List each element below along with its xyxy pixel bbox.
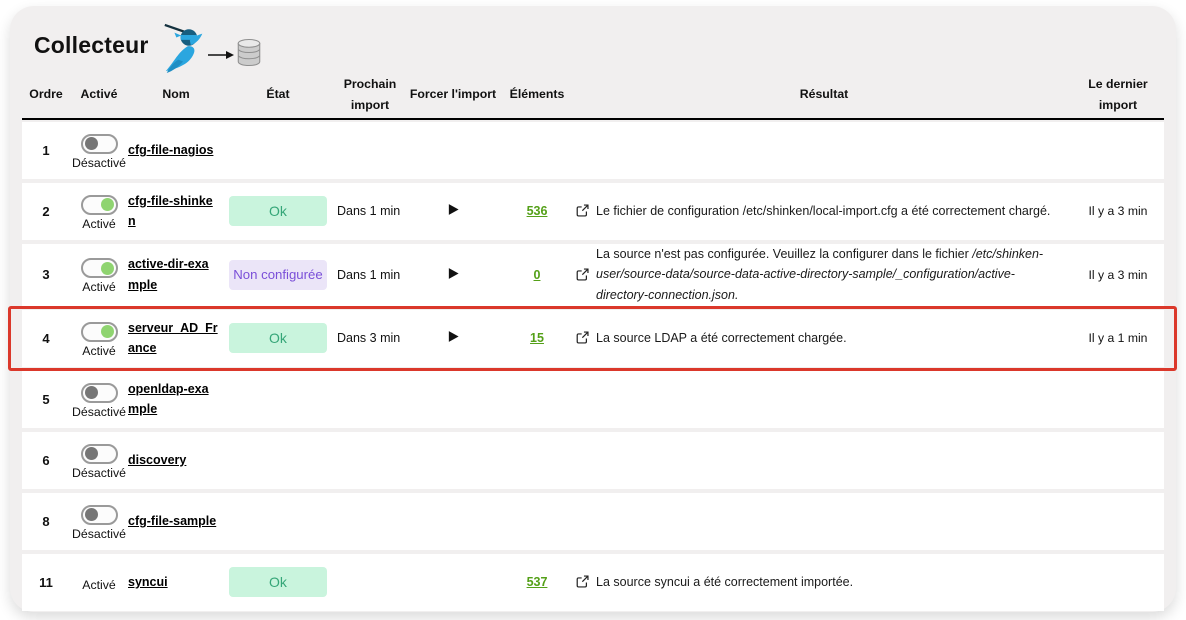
- collector-panel: Collecteur: [10, 6, 1176, 612]
- row-order: 6: [42, 453, 49, 468]
- elements-count-link[interactable]: 15: [530, 331, 544, 345]
- toggle-knob: [85, 137, 98, 150]
- database-icon: [236, 38, 262, 72]
- header-ordre: Ordre: [22, 84, 70, 105]
- elements-count-link[interactable]: 0: [534, 268, 541, 282]
- last-import-text: Il y a 3 min: [1089, 268, 1148, 282]
- state-badge: Ok: [229, 196, 327, 226]
- source-name-link[interactable]: cfg-file-nagios: [128, 140, 213, 161]
- header-prochain-import: Prochain import: [332, 74, 408, 116]
- active-toggle[interactable]: [81, 322, 118, 342]
- header-forcer-import: Forcer l'import: [408, 84, 498, 105]
- result-text: La source LDAP a été correctement chargé…: [596, 328, 847, 349]
- state-badge: Non configurée: [229, 260, 327, 290]
- header-active: Activé: [70, 84, 128, 105]
- source-name-link[interactable]: cfg-file-shinken: [128, 191, 218, 232]
- toggle-knob: [85, 508, 98, 521]
- force-import-button[interactable]: [443, 328, 464, 348]
- table-row: 5 Désactivéopenldap-example: [22, 371, 1164, 428]
- table-row: 2 Activé cfg-file-shinken Ok Dans 1 min 536 Le…: [22, 183, 1164, 240]
- header-etat: État: [224, 84, 332, 105]
- source-name-link[interactable]: syncui: [128, 572, 168, 593]
- source-name-link[interactable]: openldap-example: [128, 379, 218, 420]
- toggle-knob: [85, 447, 98, 460]
- active-label: Activé: [82, 280, 116, 294]
- active-label: Désactivé: [72, 527, 126, 541]
- active-toggle[interactable]: [81, 195, 118, 215]
- active-toggle[interactable]: [81, 383, 118, 403]
- external-link-icon[interactable]: [576, 268, 589, 281]
- next-import-text: Dans 1 min: [337, 268, 400, 282]
- last-import-text: Il y a 3 min: [1089, 204, 1148, 218]
- table-row: 1 Désactivécfg-file-nagios: [22, 122, 1164, 179]
- source-name-link[interactable]: discovery: [128, 450, 186, 471]
- page-title: Collecteur: [34, 32, 148, 59]
- active-label: Désactivé: [72, 405, 126, 419]
- force-import-button[interactable]: [443, 201, 464, 221]
- result-text: La source syncui a été correctement impo…: [596, 572, 853, 593]
- external-link-icon[interactable]: [576, 331, 589, 344]
- source-name-link[interactable]: cfg-file-sample: [128, 511, 216, 532]
- row-order: 4: [42, 331, 49, 346]
- external-link-icon[interactable]: [576, 575, 589, 588]
- active-label: Activé: [82, 344, 116, 358]
- force-import-button[interactable]: [443, 265, 464, 285]
- table-row: 4 Activé serveur_AD_France Ok Dans 3 min 15 La…: [22, 310, 1164, 367]
- next-import-text: Dans 1 min: [337, 204, 400, 218]
- header-dernier-import: Le dernier import: [1072, 74, 1164, 116]
- toggle-knob: [101, 325, 114, 338]
- table-row: 11 Activé syncui Ok 537 La source syncui a ét…: [22, 554, 1164, 611]
- play-icon: [447, 330, 460, 346]
- source-name-link[interactable]: serveur_AD_France: [128, 318, 218, 359]
- arrow-icon: [208, 47, 234, 65]
- table-row: 8 Désactivécfg-file-sample: [22, 493, 1164, 550]
- source-name-link[interactable]: active-dir-example: [128, 254, 218, 295]
- toggle-knob: [101, 262, 114, 275]
- play-icon: [447, 203, 460, 219]
- active-label: Activé: [82, 578, 116, 592]
- table-row: 6 Désactivédiscovery: [22, 432, 1164, 489]
- active-toggle[interactable]: [81, 505, 118, 525]
- last-import-text: Il y a 1 min: [1089, 331, 1148, 345]
- header-nom: Nom: [128, 84, 224, 105]
- row-order: 8: [42, 514, 49, 529]
- elements-count-link[interactable]: 537: [527, 575, 548, 589]
- external-link-icon[interactable]: [576, 204, 589, 217]
- row-order: 2: [42, 204, 49, 219]
- shinken-ninja-icon: [160, 22, 210, 81]
- state-badge: Ok: [229, 567, 327, 597]
- header-elements: Éléments: [498, 84, 576, 105]
- active-label: Désactivé: [72, 156, 126, 170]
- row-order: 1: [42, 143, 49, 158]
- toggle-knob: [85, 386, 98, 399]
- row-order: 5: [42, 392, 49, 407]
- table-body: 1Désactivécfg-file-nagios2Activécfg-file…: [22, 122, 1164, 611]
- row-order: 3: [42, 267, 49, 282]
- state-badge: Ok: [229, 323, 327, 353]
- active-toggle[interactable]: [81, 444, 118, 464]
- page-header: Collecteur: [22, 18, 1164, 74]
- active-toggle[interactable]: [81, 258, 118, 278]
- active-toggle[interactable]: [81, 134, 118, 154]
- table-row: 3 Activé active-dir-example Non configurée D…: [22, 244, 1164, 306]
- result-text: Le fichier de configuration /etc/shinken…: [596, 201, 1050, 222]
- row-order: 11: [39, 575, 53, 590]
- next-import-text: Dans 3 min: [337, 331, 400, 345]
- play-icon: [447, 267, 460, 283]
- elements-count-link[interactable]: 536: [527, 204, 548, 218]
- active-label: Activé: [82, 217, 116, 231]
- active-label: Désactivé: [72, 466, 126, 480]
- toggle-knob: [101, 198, 114, 211]
- result-text: La source n'est pas configurée. Veuillez…: [596, 244, 1062, 306]
- header-resultat: Résultat: [576, 84, 1072, 105]
